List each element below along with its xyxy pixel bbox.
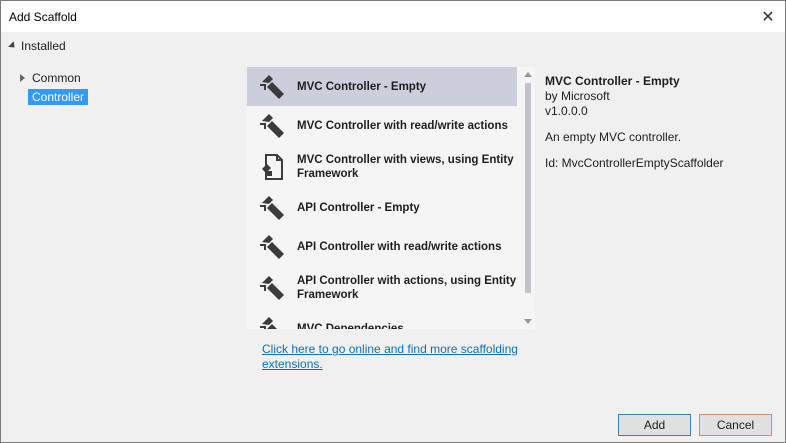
scroll-down-arrow-icon[interactable] (524, 319, 532, 324)
scaffold-item-label: API Controller - Empty (297, 201, 420, 214)
scaffold-list-item[interactable]: API Controller with actions, using Entit… (247, 266, 517, 309)
details-panel: MVC Controller - Empty by Microsoft v1.0… (545, 74, 724, 171)
details-version: v1.0.0.0 (545, 104, 588, 118)
controller-icon (255, 273, 291, 303)
add-button[interactable]: Add (618, 414, 691, 436)
scaffold-item-label: MVC Controller with views, using Entity … (297, 153, 514, 180)
details-id: Id: MvcControllerEmptyScaffolder (545, 156, 724, 170)
category-tree: Common Controller (17, 69, 89, 105)
tree-item-common[interactable]: Common (17, 69, 88, 87)
scaffold-item-label: MVC Controller with read/write actions (297, 119, 508, 132)
tree-item-controller[interactable]: Controller (17, 87, 89, 105)
scaffold-list[interactable]: MVC Controller - Empty MVC Controller wit… (247, 67, 535, 329)
scaffold-list-item[interactable]: API Controller - Empty (247, 188, 517, 227)
close-icon: ✕ (761, 8, 775, 26)
controller-icon (255, 232, 291, 262)
scaffold-list-item[interactable]: MVC Controller - Empty (247, 67, 517, 106)
scaffold-list-item[interactable]: MVC Dependencies (247, 309, 517, 329)
scaffold-item-label: MVC Controller - Empty (297, 80, 427, 93)
scaffold-list-item[interactable]: MVC Controller with read/write actions (247, 106, 517, 145)
scroll-up-arrow-icon[interactable] (524, 72, 532, 77)
cancel-button[interactable]: Cancel (699, 414, 772, 436)
list-scrollbar[interactable] (521, 67, 535, 329)
scaffold-list-item[interactable]: API Controller with read/write actions (247, 227, 517, 266)
controller-icon (255, 314, 291, 329)
expanded-triangle-icon (8, 40, 18, 50)
scaffold-item-label: API Controller with actions, using Entit… (297, 274, 517, 301)
scroll-thumb[interactable] (525, 83, 531, 293)
controller-icon (255, 111, 291, 141)
tree-item-label: Controller (28, 88, 89, 105)
collapsed-triangle-icon (20, 74, 25, 82)
tree-item-label: Common (32, 71, 81, 85)
add-scaffold-dialog: Add Scaffold ✕ Installed Common Controll… (0, 0, 786, 443)
controller-icon (255, 72, 291, 102)
scaffold-item-label: MVC Dependencies (297, 322, 404, 330)
close-button[interactable]: ✕ (751, 1, 785, 32)
details-description: An empty MVC controller. (545, 130, 682, 144)
details-author: by Microsoft (545, 89, 610, 103)
document-icon (255, 152, 291, 182)
details-title: MVC Controller - Empty (545, 74, 680, 88)
title-bar: Add Scaffold ✕ (1, 1, 785, 32)
online-extensions-link[interactable]: Click here to go online and find more sc… (262, 342, 552, 372)
scaffold-item-label: API Controller with read/write actions (297, 240, 502, 253)
installed-node[interactable]: Installed (8, 39, 66, 53)
controller-icon (255, 193, 291, 223)
installed-label: Installed (21, 39, 66, 53)
scaffold-list-item[interactable]: MVC Controller with views, using Entity … (247, 145, 517, 188)
dialog-title: Add Scaffold (9, 9, 77, 24)
